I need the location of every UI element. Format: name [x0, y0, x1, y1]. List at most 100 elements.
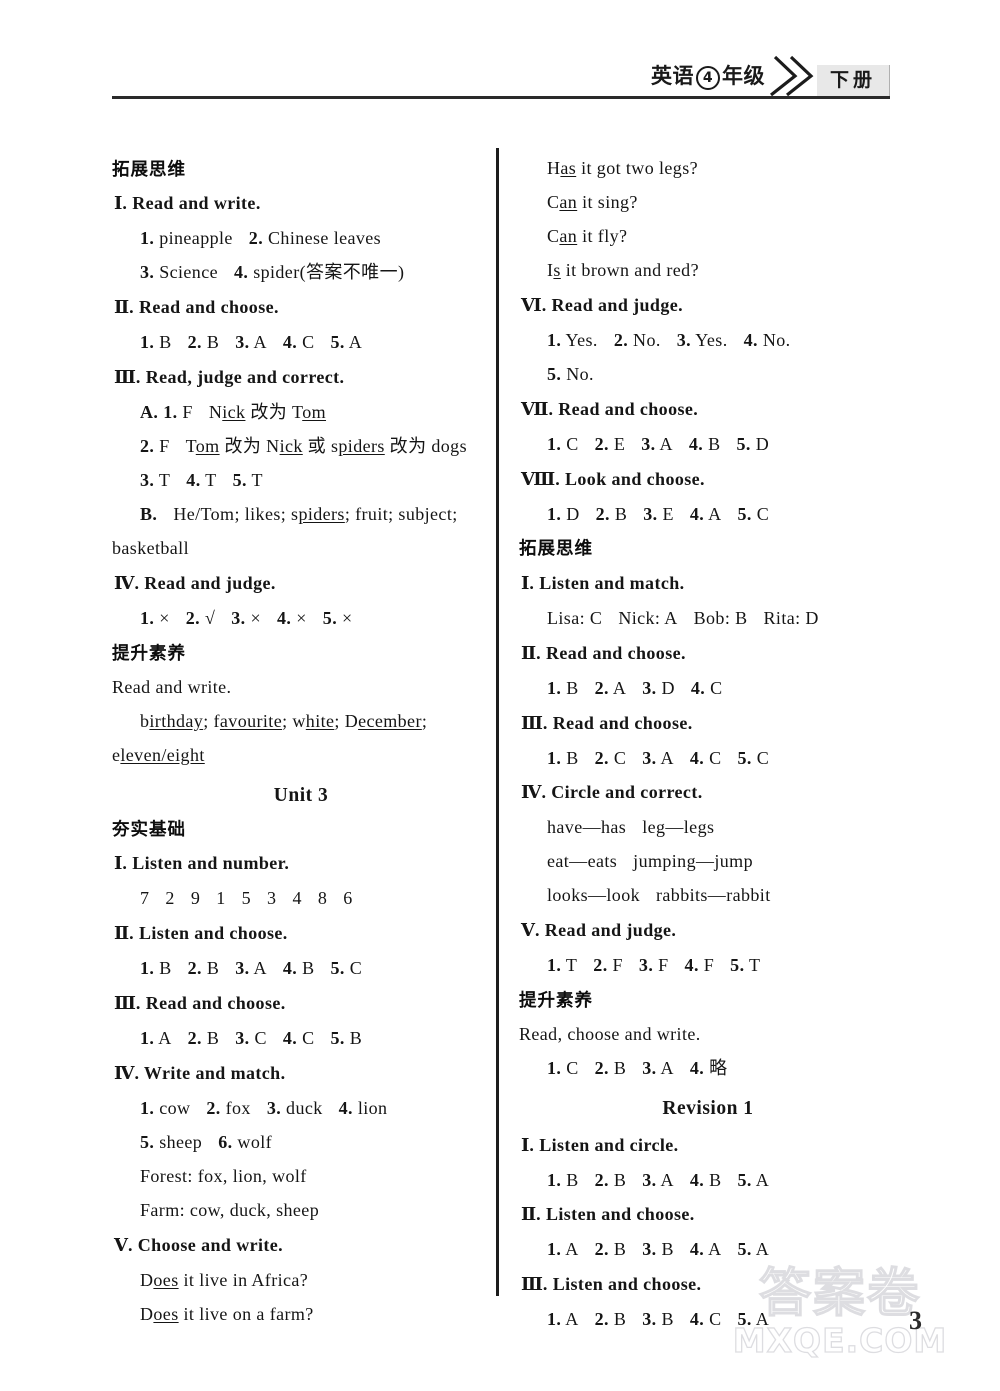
- exercise-title: Ⅳ. Circle and correct.: [521, 782, 703, 804]
- answer-line: eat—eats jumping—jump: [547, 851, 753, 872]
- answer-line: A. 1. F Nick 改为 Tom: [140, 401, 327, 422]
- answer-line: Has it got two legs?: [547, 158, 698, 178]
- section-heading-cn: 拓展思维: [112, 160, 186, 180]
- answer-line: 1. pineapple 2. Chinese leaves: [140, 228, 382, 249]
- answer-line: Does it live in Africa?: [140, 1269, 309, 1290]
- exercise-roman-numeral: Ⅷ: [521, 468, 556, 490]
- section-heading-cn: 拓展思维: [519, 539, 593, 560]
- exercise-roman-numeral: Ⅱ: [114, 297, 130, 319]
- answer-line: have—has leg—legs: [547, 817, 715, 838]
- exercise-title: Ⅱ. Listen and choose.: [114, 923, 288, 945]
- exercise-title: Ⅲ. Read and choose.: [114, 993, 286, 1015]
- header-divider-rule: [112, 96, 890, 99]
- unit-heading: Unit 3: [273, 784, 329, 806]
- answer-line: 1. D 2. B 3. E 4. A 5. C: [547, 503, 770, 524]
- exercise-roman-numeral: Ⅰ: [114, 853, 123, 875]
- answer-line: 1. B 2. A 3. D 4. C: [547, 677, 723, 698]
- answer-line: Can it sing?: [547, 191, 638, 212]
- exercise-roman-numeral: Ⅱ: [521, 1204, 537, 1226]
- header-grade-word: 年级: [721, 64, 765, 88]
- answer-line: Farm: cow, duck, sheep: [140, 1199, 320, 1220]
- section-heading-cn: 夯实基础: [112, 820, 186, 840]
- section-heading-cn: 提升素养: [112, 643, 186, 664]
- exercise-title: Ⅶ. Read and choose.: [521, 398, 699, 420]
- answer-continuation-line: basketball: [112, 537, 189, 558]
- answer-continuation-line: Read, choose and write.: [519, 1024, 701, 1045]
- answer-line: birthday; favourite; white; December;: [140, 710, 428, 731]
- exercise-roman-numeral: Ⅴ: [521, 920, 535, 942]
- exercise-roman-numeral: Ⅳ: [114, 572, 135, 594]
- exercise-title: Ⅴ. Read and judge.: [521, 920, 677, 942]
- exercise-roman-numeral: Ⅰ: [114, 193, 123, 215]
- exercise-title: Ⅳ. Write and match.: [114, 1062, 286, 1084]
- exercise-title: Ⅰ. Read and write.: [114, 193, 261, 215]
- exercise-roman-numeral: Ⅰ: [521, 1134, 530, 1156]
- exercise-title: Ⅰ. Listen and match.: [521, 572, 685, 594]
- exercise-roman-numeral: Ⅲ: [114, 993, 136, 1015]
- answer-line: 1. A 2. B 3. C 4. C 5. B: [140, 1028, 363, 1049]
- exercise-roman-numeral: Ⅲ: [521, 712, 543, 734]
- exercise-title: Ⅰ. Listen and number.: [114, 853, 290, 875]
- double-chevron-right-icon: [769, 55, 815, 97]
- answer-line: B. He/Tom; likes; spiders; fruit; subject…: [140, 503, 458, 524]
- exercise-title: Ⅵ. Read and judge.: [521, 294, 684, 316]
- answer-line: 1. B 2. B 3. A 4. B 5. A: [547, 1169, 770, 1190]
- watermark-domain-text: MXQE.COM: [732, 1321, 948, 1360]
- answer-line: Does it live on a farm?: [140, 1303, 314, 1324]
- answer-continuation-line: Read and write.: [112, 676, 232, 697]
- answer-line: 1. A 2. B 3. B 4. A 5. A: [547, 1239, 770, 1260]
- exercise-title: Ⅱ. Read and choose.: [521, 642, 686, 664]
- header-grade-number: 4: [695, 66, 720, 90]
- exercise-title: Ⅱ. Read and choose.: [114, 297, 279, 319]
- answers-left-column: 拓展思维 Ⅰ. Read and write. 1. pineapple 2. Chi…: [112, 150, 490, 1333]
- answer-line: Is it brown and red?: [547, 259, 699, 280]
- unit-heading: Revision 1: [662, 1098, 754, 1120]
- exercise-roman-numeral: Ⅶ: [521, 398, 549, 420]
- exercise-title: Ⅴ. Choose and write.: [114, 1234, 284, 1256]
- answer-line: 1. B 2. B 3. A 4. C 5. A: [140, 332, 363, 353]
- exercise-title: Ⅲ. Read and choose.: [521, 712, 693, 734]
- answer-line: 1. B 2. B 3. A 4. B 5. C: [140, 958, 363, 979]
- exercise-roman-numeral: Ⅴ: [114, 1234, 128, 1256]
- exercise-title: Ⅲ. Read, judge and correct.: [114, 367, 345, 389]
- exercise-roman-numeral: Ⅰ: [521, 572, 530, 594]
- answer-line: 1. cow 2. fox 3. duck 4. lion: [140, 1097, 388, 1118]
- answer-line: 1. C 2. E 3. A 4. B 5. D: [547, 433, 770, 454]
- header-subject-label: 英语: [650, 64, 694, 88]
- answer-line: 5. No.: [547, 363, 594, 384]
- answer-line: 3. T 4. T 5. T: [140, 469, 263, 490]
- answer-line: Can it fly?: [547, 225, 628, 246]
- column-divider: [496, 148, 499, 1296]
- answer-line: 2. F Tom 改为 Nick 或 spiders 改为 dogs: [140, 435, 467, 456]
- answer-line: 1. B 2. C 3. A 4. C 5. C: [547, 747, 770, 768]
- header-badge: 英语 4 年级 下册: [651, 55, 890, 97]
- site-watermark: 答案卷 MXQE.COM: [710, 1264, 970, 1373]
- section-heading-cn: 提升素养: [519, 991, 593, 1012]
- answer-line: 3. Science 4. spider(答案不唯一): [140, 262, 405, 283]
- header-term-label: 下册: [816, 65, 890, 97]
- exercise-title: Ⅳ. Read and judge.: [114, 572, 276, 594]
- exercise-roman-numeral: Ⅳ: [114, 1062, 135, 1084]
- exercise-roman-numeral: Ⅱ: [114, 923, 130, 945]
- page-header: 英语 4 年级 下册: [0, 0, 1000, 120]
- page-number: 3: [909, 1306, 922, 1335]
- answer-line: Forest: fox, lion, wolf: [140, 1165, 307, 1186]
- exercise-roman-numeral: Ⅲ: [521, 1274, 543, 1296]
- answer-line: 1. T 2. F 3. F 4. F 5. T: [547, 955, 761, 976]
- answer-line: Lisa: C Nick: A Bob: B Rita: D: [547, 607, 819, 628]
- exercise-roman-numeral: Ⅵ: [521, 294, 542, 316]
- answer-line: 5. sheep 6. wolf: [140, 1131, 273, 1152]
- exercise-roman-numeral: Ⅳ: [521, 782, 542, 804]
- answer-line: 1. × 2. √ 3. × 4. × 5. ×: [140, 607, 353, 628]
- exercise-roman-numeral: Ⅲ: [114, 367, 136, 389]
- answer-line: 729153486: [140, 888, 353, 909]
- answers-right-column: Has it got two legs? Can it sing? Can it f…: [519, 150, 897, 1338]
- answer-line: 1. Yes. 2. No. 3. Yes. 4. No.: [547, 329, 791, 350]
- watermark-chinese-text: 答案卷: [758, 1264, 921, 1324]
- exercise-title: Ⅰ. Listen and circle.: [521, 1134, 679, 1156]
- answer-line: looks—look rabbits—rabbit: [547, 885, 771, 906]
- header-subject-grade: 英语 4 年级: [651, 66, 765, 97]
- answer-line: 1. C 2. B 3. A 4. 略: [547, 1058, 728, 1079]
- exercise-roman-numeral: Ⅱ: [521, 642, 537, 664]
- exercise-title: Ⅱ. Listen and choose.: [521, 1204, 695, 1226]
